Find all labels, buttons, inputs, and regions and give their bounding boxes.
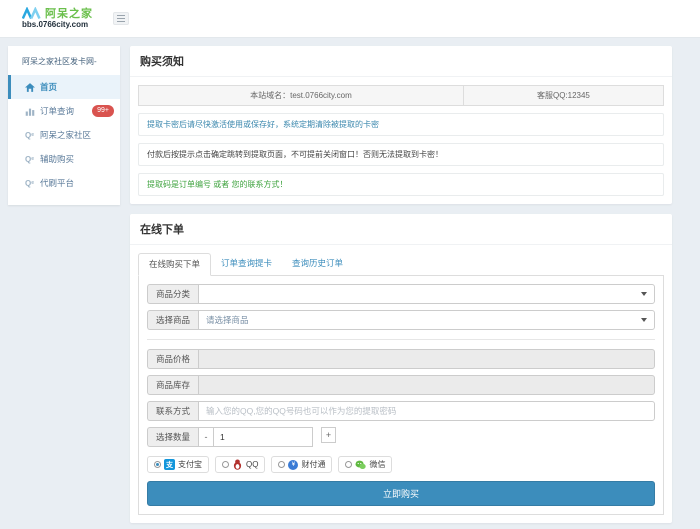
price-label: 商品价格 [147,349,198,369]
bar-chart-icon [24,106,35,116]
sidebar-item-home[interactable]: 首页 [8,75,120,99]
category-select[interactable] [198,284,655,304]
wechat-icon [355,459,366,470]
top-header: 阿呆之家 bbs.0766city.com [0,0,700,38]
notice-line-3: 提取码是订单编号 或者 您的联系方式！ [138,173,664,196]
notice-line-2: 付款后按提示点击确定跳转到提取页面，不可提前关闭窗口！否则无法提取到卡密！ [138,143,664,166]
product-select-value: 请选择商品 [206,315,249,325]
contact-input[interactable] [198,401,655,421]
qq-proxy-icon: Qe [24,178,35,188]
logo-title: 阿呆之家 [45,8,93,20]
purchase-notice-panel: 购买须知 本站域名：test.0766city.com 客服QQ:12345 提… [130,46,672,204]
qq-community-icon: Qe [24,130,35,140]
stock-label: 商品库存 [147,375,198,395]
qq-assist-icon: Qe [24,154,35,164]
home-icon [24,82,35,92]
menu-toggle-icon[interactable] [113,12,129,25]
product-select[interactable]: 请选择商品 [198,310,655,330]
sidebar-item-community[interactable]: Qe 阿呆之家社区 [8,123,120,147]
tab-history-orders[interactable]: 查询历史订单 [282,253,353,276]
site-logo[interactable]: 阿呆之家 bbs.0766city.com [22,7,93,30]
order-form: 商品分类 选择商品 请选择商品 [138,275,664,515]
radio-qq[interactable] [222,461,229,468]
quantity-decrease-button[interactable]: - [198,427,213,447]
radio-tenpay[interactable] [278,461,285,468]
payment-option-wechat[interactable]: 微信 [338,456,392,473]
price-field [198,349,655,369]
tab-query-card[interactable]: 订单查询提卡 [211,253,282,276]
online-order-title: 在线下单 [130,214,672,245]
sidebar-item-label: 辅助购买 [40,153,74,165]
support-qq-cell: 客服QQ:12345 [464,86,663,105]
product-label: 选择商品 [147,310,198,330]
payment-label: 财付通 [301,459,325,470]
logo-domain: bbs.0766city.com [22,21,93,30]
radio-alipay[interactable] [154,461,161,468]
order-count-badge: 99+ [92,105,114,116]
qq-penguin-icon [232,459,243,470]
notice-line-1: 提取卡密后请尽快激活使用或保存好，系统定期清除被提取的卡密 [138,113,664,136]
tenpay-icon: ¥ [288,460,298,470]
payment-label: 微信 [369,459,385,470]
sidebar-item-label: 代刷平台 [40,177,74,189]
payment-methods: 支 支付宝 QQ [147,456,655,473]
purchase-notice-title: 购买须知 [130,46,672,77]
site-info-row: 本站域名：test.0766city.com 客服QQ:12345 [138,85,664,106]
sidebar-item-assist-buy[interactable]: Qe 辅助购买 [8,147,120,171]
sidebar-title: 阿呆之家社区发卡网- [8,46,120,75]
contact-label: 联系方式 [147,401,198,421]
sidebar-item-label: 阿呆之家社区 [40,129,91,141]
sidebar-item-proxy-platform[interactable]: Qe 代刷平台 [8,171,120,195]
online-order-panel: 在线下单 在线购买下单 订单查询提卡 查询历史订单 商品分类 [130,214,672,523]
order-tabs: 在线购买下单 订单查询提卡 查询历史订单 [138,253,664,276]
quantity-label: 选择数量 [147,427,198,447]
sidebar-item-label: 首页 [40,81,57,93]
stock-field [198,375,655,395]
quantity-increase-button[interactable]: + [321,427,336,443]
page: 阿呆之家 bbs.0766city.com 阿呆之家社区发卡网- 首页 订单查询… [0,0,700,529]
quantity-input[interactable] [213,427,313,447]
chevron-down-icon [641,318,647,322]
sidebar-item-label: 订单查询 [40,105,74,117]
form-divider [147,339,655,340]
sidebar-item-orders[interactable]: 订单查询 99+ [8,99,120,123]
radio-wechat[interactable] [345,461,352,468]
payment-label: QQ [246,460,258,469]
site-domain-cell: 本站域名：test.0766city.com [139,86,464,105]
sidebar: 阿呆之家社区发卡网- 首页 订单查询 99+ Qe 阿呆之家社区 Qe [8,46,120,205]
buy-now-button[interactable]: 立即购买 [147,481,655,506]
payment-option-qq[interactable]: QQ [215,456,265,473]
logo-m-icon [22,7,42,20]
payment-option-tenpay[interactable]: ¥ 财付通 [271,456,332,473]
payment-option-alipay[interactable]: 支 支付宝 [147,456,209,473]
category-label: 商品分类 [147,284,198,304]
payment-label: 支付宝 [178,459,202,470]
tab-buy-online[interactable]: 在线购买下单 [138,253,211,276]
alipay-icon: 支 [164,459,175,470]
chevron-down-icon [641,292,647,296]
